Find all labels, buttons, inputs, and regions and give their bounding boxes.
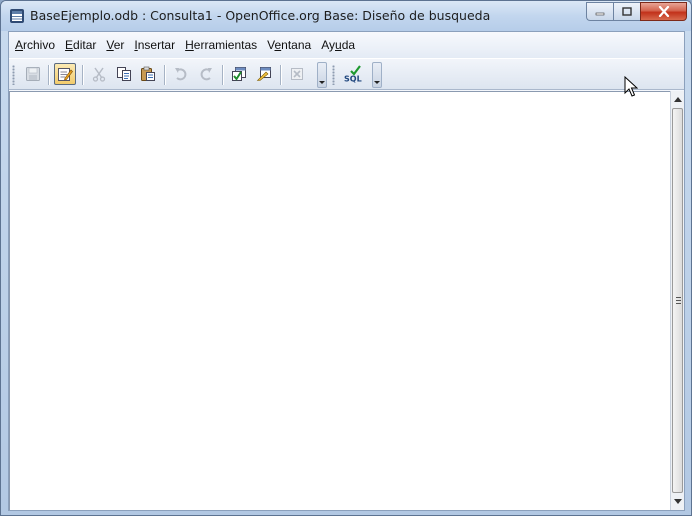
toolbar-separator — [280, 65, 281, 85]
redo-icon — [200, 68, 212, 81]
paste-icon — [141, 66, 155, 81]
menu-ventana[interactable]: Ventana — [267, 38, 311, 52]
scroll-up-icon[interactable] — [674, 97, 682, 102]
toolbar-separator — [82, 65, 83, 85]
toolbar-grip[interactable] — [332, 65, 335, 85]
paste-button[interactable] — [137, 63, 159, 85]
menu-label-pre: Ay — [321, 38, 335, 52]
sql-icon: SQL — [344, 65, 362, 84]
copy-button[interactable] — [113, 63, 135, 85]
edit-mode-icon — [58, 68, 73, 81]
menu-herramientas[interactable]: Herramientas — [185, 38, 257, 52]
clear-query-icon — [256, 67, 271, 81]
edit-mode-button[interactable] — [54, 63, 76, 85]
menu-label-rest: ditar — [73, 38, 97, 52]
delete-table-button[interactable] — [286, 63, 308, 85]
redo-button[interactable] — [195, 63, 217, 85]
chevron-down-icon — [374, 81, 380, 84]
title-bar[interactable]: BaseEjemplo.odb : Consulta1 - OpenOffice… — [1, 1, 691, 31]
close-icon — [658, 6, 669, 17]
menu-editar[interactable]: Editar — [65, 38, 96, 52]
menu-mnemonic: A — [15, 38, 24, 52]
window-controls — [586, 2, 687, 21]
toolbar-separator — [222, 65, 223, 85]
client-area: Archivo Editar Ver Insertar Herramientas Vent… — [8, 31, 685, 511]
menu-mnemonic: V — [106, 38, 114, 52]
maximize-button[interactable] — [613, 2, 640, 21]
menu-bar: Archivo Editar Ver Insertar Herramientas Vent… — [9, 32, 684, 58]
run-query-button[interactable] — [228, 63, 250, 85]
cut-button[interactable] — [88, 63, 110, 85]
undo-button[interactable] — [170, 63, 192, 85]
mouse-pointer-icon — [624, 76, 638, 97]
openoffice-base-icon — [10, 9, 24, 23]
chevron-down-icon — [319, 81, 325, 84]
application-window: BaseEjemplo.odb : Consulta1 - OpenOffice… — [0, 0, 692, 516]
menu-insertar[interactable]: Insertar — [134, 38, 175, 52]
toolbar-separator — [48, 65, 49, 85]
scroll-grip-icon — [676, 297, 681, 304]
cut-icon — [92, 67, 106, 82]
toolbar-separator — [164, 65, 165, 85]
menu-ayuda[interactable]: Ayuda — [321, 38, 355, 52]
toolbar-grip[interactable] — [12, 65, 15, 85]
standard-toolbar: SQL — [9, 58, 684, 90]
sql-view-button[interactable]: SQL — [342, 63, 364, 85]
undo-icon — [175, 68, 187, 81]
minimize-icon — [595, 12, 605, 15]
sql-label: SQL — [344, 75, 362, 84]
menu-mnemonic: E — [65, 38, 74, 52]
menu-archivo[interactable]: Archivo — [15, 38, 55, 52]
toolbar-overflow-dropdown[interactable] — [317, 62, 327, 88]
menu-label-rest: ntana — [281, 38, 312, 52]
menu-label-rest: rchivo — [23, 38, 56, 52]
scroll-down-icon[interactable] — [674, 499, 682, 504]
maximize-icon — [622, 7, 632, 16]
clear-query-button[interactable] — [253, 63, 275, 85]
run-query-icon — [232, 67, 246, 81]
save-icon — [26, 67, 40, 81]
minimize-button[interactable] — [586, 2, 613, 21]
menu-mnemonic: H — [185, 38, 194, 52]
menu-label-rest: da — [341, 38, 356, 52]
save-button[interactable] — [22, 63, 44, 85]
menu-ver[interactable]: Ver — [106, 38, 124, 52]
close-button[interactable] — [640, 2, 687, 21]
vertical-scrollbar[interactable] — [670, 91, 684, 510]
menu-label-rest: er — [113, 38, 125, 52]
menu-mnemonic: u — [335, 38, 342, 52]
copy-icon — [117, 67, 131, 81]
query-design-area[interactable] — [9, 91, 670, 510]
sql-toolbar-dropdown[interactable] — [372, 62, 382, 88]
menu-label-rest: nsertar — [137, 38, 176, 52]
scrollbar-thumb[interactable] — [672, 108, 683, 493]
menu-label-rest: erramientas — [193, 38, 258, 52]
window-title: BaseEjemplo.odb : Consulta1 - OpenOffice… — [30, 8, 491, 23]
delete-table-icon — [291, 68, 303, 80]
